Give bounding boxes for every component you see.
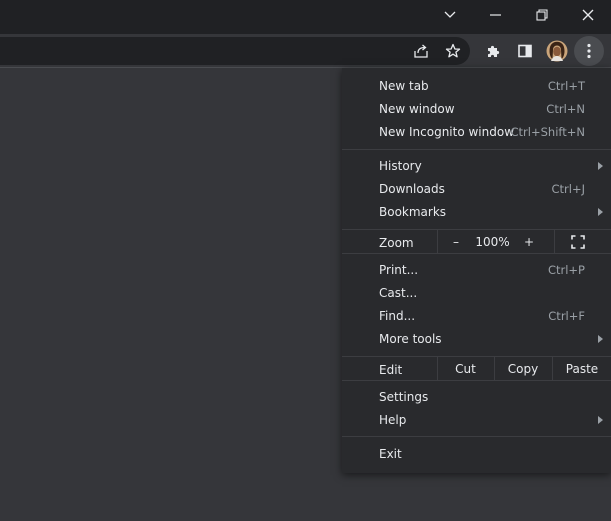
menu-item-print[interactable]: Print... Ctrl+P — [342, 259, 611, 282]
menu-item-shortcut: Ctrl+T — [547, 79, 585, 93]
chrome-menu: New tab Ctrl+T New window Ctrl+N New Inc… — [342, 68, 611, 473]
menu-item-shortcut: Ctrl+F — [548, 309, 585, 323]
share-button[interactable] — [409, 39, 433, 63]
menu-item-label: Downloads — [379, 182, 445, 196]
tab-search-button[interactable] — [427, 0, 473, 30]
customize-menu-button[interactable] — [574, 36, 604, 66]
close-icon — [582, 9, 594, 21]
edit-label: Edit — [379, 363, 403, 377]
zoom-level-value: 100% — [475, 235, 510, 249]
restore-button[interactable] — [519, 0, 565, 30]
chevron-down-icon — [444, 11, 456, 18]
menu-item-label: Cast... — [379, 286, 418, 300]
menu-row-edit: Edit Cut Copy Paste — [342, 357, 611, 380]
menu-item-history[interactable]: History — [342, 155, 611, 178]
menu-item-more-tools[interactable]: More tools — [342, 328, 611, 351]
zoom-out-button[interactable]: – — [442, 235, 470, 249]
submenu-arrow-icon — [598, 162, 603, 170]
menu-item-label: More tools — [379, 332, 442, 346]
side-panel-icon — [518, 44, 532, 58]
profile-button[interactable] — [545, 39, 569, 63]
menu-item-label: History — [379, 159, 422, 173]
fullscreen-button[interactable] — [571, 235, 585, 249]
close-window-button[interactable] — [565, 0, 611, 30]
puzzle-icon — [488, 45, 500, 57]
bookmark-star-button[interactable] — [441, 39, 465, 63]
menu-item-label: Find... — [379, 309, 416, 323]
kebab-menu-icon — [587, 43, 591, 59]
zoom-divider — [554, 230, 555, 253]
fullscreen-icon — [571, 235, 585, 249]
menu-item-find[interactable]: Find... Ctrl+F — [342, 305, 611, 328]
extensions-button[interactable] — [481, 39, 505, 63]
submenu-arrow-icon — [598, 208, 603, 216]
menu-item-shortcut: Ctrl+J — [551, 182, 586, 196]
share-icon — [414, 44, 428, 58]
menu-item-shortcut: Ctrl+P — [547, 263, 585, 277]
minimize-button[interactable] — [473, 0, 519, 30]
menu-separator — [342, 380, 611, 381]
menu-item-bookmarks[interactable]: Bookmarks — [342, 201, 611, 224]
menu-item-label: New Incognito window — [379, 125, 515, 139]
menu-item-cast[interactable]: Cast... — [342, 282, 611, 305]
menu-item-exit[interactable]: Exit — [342, 443, 611, 466]
submenu-arrow-icon — [598, 335, 603, 343]
zoom-in-button[interactable]: + — [515, 235, 543, 249]
menu-item-shortcut: Ctrl+N — [546, 102, 585, 116]
title-bar — [0, 0, 611, 34]
menu-item-new-tab[interactable]: New tab Ctrl+T — [342, 75, 611, 98]
menu-separator — [342, 253, 611, 254]
side-panel-button[interactable] — [513, 39, 537, 63]
menu-item-label: New window — [379, 102, 455, 116]
cut-button[interactable]: Cut — [438, 362, 493, 376]
menu-item-shortcut: Ctrl+Shift+N — [510, 125, 585, 139]
address-bar[interactable] — [0, 37, 470, 65]
avatar — [546, 40, 568, 62]
menu-item-label: Print... — [379, 263, 419, 277]
minimize-icon — [490, 14, 501, 16]
zoom-divider — [437, 230, 438, 253]
menu-item-label: New tab — [379, 79, 429, 93]
menu-item-help[interactable]: Help — [342, 409, 611, 432]
menu-item-label: Settings — [379, 390, 429, 404]
menu-item-new-window[interactable]: New window Ctrl+N — [342, 98, 611, 121]
menu-separator — [342, 149, 611, 150]
star-icon — [445, 43, 461, 58]
paste-button[interactable]: Paste — [553, 362, 611, 376]
submenu-arrow-icon — [598, 416, 603, 424]
menu-item-settings[interactable]: Settings — [342, 386, 611, 409]
menu-item-label: Bookmarks — [379, 205, 447, 219]
toolbar — [0, 34, 611, 68]
menu-separator — [342, 436, 611, 437]
menu-row-zoom: Zoom – 100% + — [342, 230, 611, 253]
menu-item-downloads[interactable]: Downloads Ctrl+J — [342, 178, 611, 201]
zoom-label: Zoom — [379, 236, 414, 250]
menu-item-label: Exit — [379, 447, 402, 461]
copy-button[interactable]: Copy — [495, 362, 551, 376]
menu-item-new-incognito-window[interactable]: New Incognito window Ctrl+Shift+N — [342, 121, 611, 144]
restore-icon — [536, 9, 548, 21]
menu-item-label: Help — [379, 413, 407, 427]
